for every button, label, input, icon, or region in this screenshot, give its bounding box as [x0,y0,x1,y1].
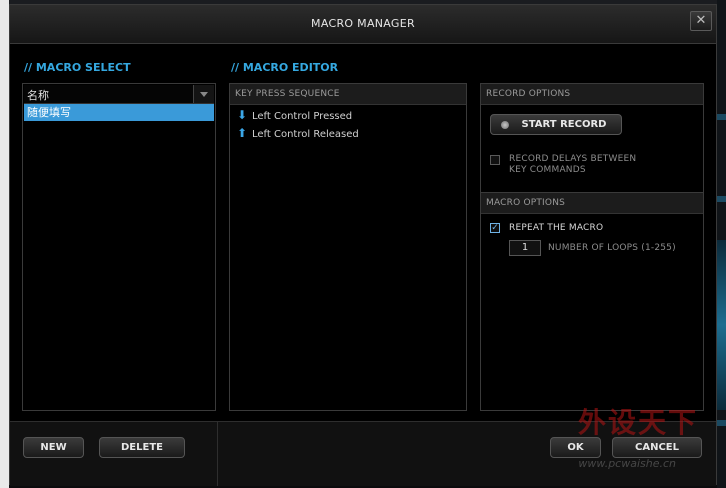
macro-list[interactable]: 名称 随便填写 [22,83,216,411]
record-icon [501,121,509,129]
macro-list-header: 名称 [24,85,214,104]
check-icon: ✓ [491,223,499,233]
host-app-chip [717,420,726,426]
host-app-chip [717,196,726,202]
host-app-glow [717,240,726,410]
record-options-header: RECORD OPTIONS [481,84,703,105]
close-icon: ✕ [695,13,707,28]
sequence-label: Left Control Released [252,129,359,140]
macro-list-item[interactable]: 随便填写 [24,104,214,121]
host-app-chip [717,114,726,120]
record-delays-checkbox[interactable] [490,155,500,165]
record-delays-label: RECORD DELAYS BETWEEN KEY COMMANDS [509,154,636,176]
record-delays-label-line1: RECORD DELAYS BETWEEN [509,154,637,164]
repeat-macro-checkbox[interactable]: ✓ [490,223,500,233]
macro-manager-dialog: MACRO MANAGER ✕ // MACRO SELECT 名称 随便填写 … [9,4,717,486]
host-app-left-edge [0,0,9,488]
key-press-sequence-header: KEY PRESS SEQUENCE [230,84,466,105]
sequence-label: Left Control Pressed [252,111,353,122]
watermark-logo: 外设天下 [577,406,698,439]
record-delays-label-line2: KEY COMMANDS [509,165,586,175]
arrow-down-icon: ⬇ [236,108,248,122]
sequence-row[interactable]: ⬇ Left Control Pressed [236,107,352,123]
arrow-up-icon: ⬆ [236,126,248,140]
start-record-label: START RECORD [521,119,607,130]
record-options-panel: RECORD OPTIONS START RECORD RECORD DELAY… [480,83,704,193]
watermark-url: www.pcwaishe.cn [578,457,676,470]
start-record-button[interactable]: START RECORD [490,114,622,135]
macro-options-panel: MACRO OPTIONS ✓ REPEAT THE MACRO 1 NUMBE… [480,192,704,411]
host-app-right-edge [717,0,726,488]
bottom-divider [217,422,218,486]
number-of-loops-input[interactable]: 1 [509,240,541,256]
macro-options-header: MACRO OPTIONS [481,193,703,214]
delete-button[interactable]: DELETE [99,437,185,458]
column-header-name: 名称 [27,89,49,102]
key-press-sequence-panel[interactable]: KEY PRESS SEQUENCE ⬇ Left Control Pressed… [229,83,467,411]
sequence-row[interactable]: ⬆ Left Control Released [236,125,359,141]
dialog-title: MACRO MANAGER [311,17,415,30]
close-button[interactable]: ✕ [690,11,712,31]
macro-editor-heading: // MACRO EDITOR [231,61,339,74]
number-of-loops-label: NUMBER OF LOOPS (1-255) [548,243,676,253]
title-bar: MACRO MANAGER ✕ [10,5,716,44]
chevron-down-icon[interactable] [193,85,214,103]
repeat-macro-label: REPEAT THE MACRO [509,223,604,233]
macro-select-heading: // MACRO SELECT [24,61,131,74]
new-button[interactable]: NEW [23,437,84,458]
